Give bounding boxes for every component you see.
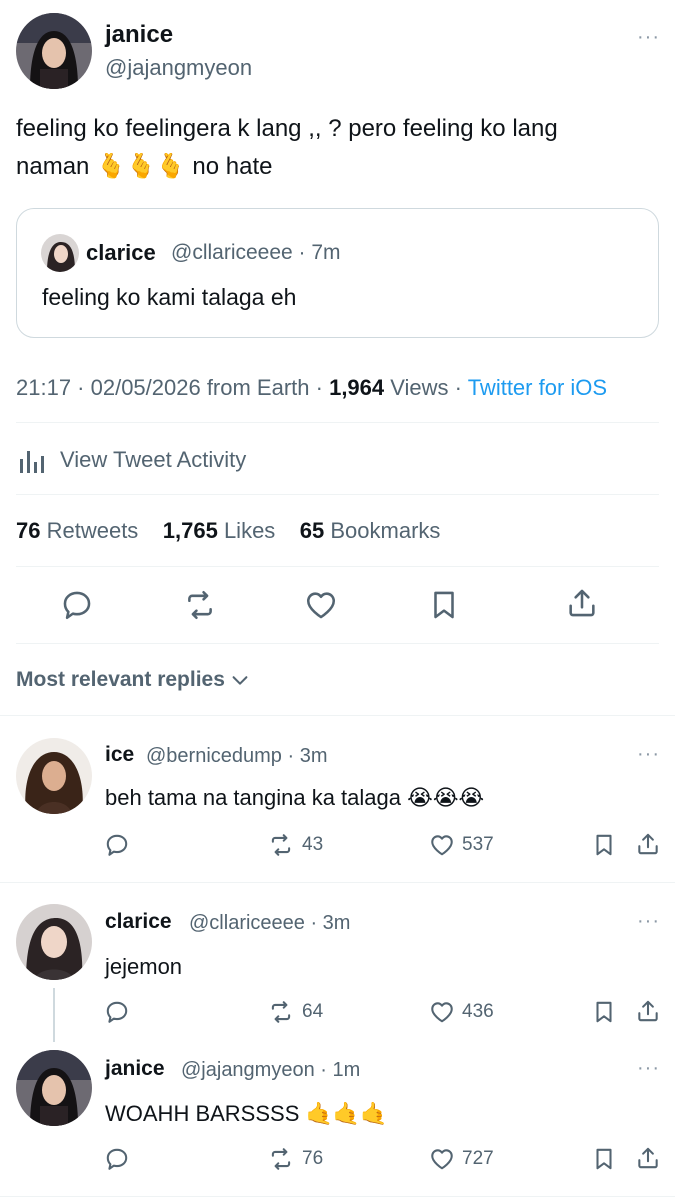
- divider: [16, 643, 659, 644]
- like-icon[interactable]: [429, 999, 455, 1025]
- likes-stat[interactable]: 1,765 Likes: [163, 518, 276, 543]
- reply-avatar[interactable]: [16, 1050, 92, 1126]
- like-count: 436: [462, 1001, 494, 1022]
- retweet-icon[interactable]: [268, 999, 294, 1025]
- like-icon[interactable]: [429, 832, 455, 858]
- like-icon[interactable]: [304, 588, 338, 622]
- divider: [0, 715, 675, 716]
- reply-author-meta: @jajangmyeon · 1m: [181, 1059, 361, 1081]
- divider: [0, 1196, 675, 1197]
- chevron-down-icon: [229, 669, 251, 691]
- reply-text: beh tama na tangina ka talaga 😭😭😭: [105, 785, 484, 811]
- divider: [0, 882, 675, 883]
- retweet-icon[interactable]: [183, 588, 217, 622]
- retweet-icon[interactable]: [268, 1146, 294, 1172]
- tweet-emoji: 🫰🫰🫰: [96, 153, 186, 180]
- reply-text-content: beh tama na tangina ka talaga: [105, 785, 402, 810]
- more-icon[interactable]: ···: [637, 1058, 660, 1078]
- reply-text-content: jejemon: [105, 954, 183, 979]
- client-link[interactable]: Twitter for iOS: [468, 375, 607, 400]
- divider: [16, 422, 659, 423]
- tweet-text-line1: feeling ko feelingera k lang ,, ? pero f…: [16, 115, 558, 142]
- replies-sort-button[interactable]: Most relevant replies: [16, 668, 251, 692]
- bookmark-icon[interactable]: [427, 588, 461, 622]
- reply-author-meta: @bernicedump · 3m: [146, 745, 328, 767]
- reply-text-content: WOAHH BARSSSS: [105, 1101, 300, 1126]
- share-icon[interactable]: [565, 586, 599, 620]
- reply-icon[interactable]: [104, 999, 130, 1025]
- like-count: 727: [462, 1148, 494, 1169]
- retweets-label: Retweets: [40, 518, 139, 543]
- share-icon[interactable]: [635, 831, 661, 857]
- tweet-meta: 21:17 · 02/05/2026 from Earth · 1,964 Vi…: [16, 375, 607, 401]
- reply-avatar[interactable]: [16, 738, 92, 814]
- reply-icon[interactable]: [104, 1146, 130, 1172]
- reply-icon[interactable]: [104, 832, 130, 858]
- quote-author-avatar: [41, 234, 79, 272]
- divider: [16, 494, 659, 495]
- thread-line: [53, 988, 55, 1042]
- reply-author-meta: @cllariceeee · 3m: [189, 912, 351, 934]
- share-icon[interactable]: [635, 998, 661, 1024]
- tweet-timestamp: 21:17 · 02/05/2026 from Earth ·: [16, 375, 330, 400]
- like-count: 537: [462, 834, 494, 855]
- replies-sort-label: Most relevant replies: [16, 668, 225, 691]
- reply-text: WOAHH BARSSSS 🤙🤙🤙: [105, 1101, 388, 1127]
- tweet-text-line2-end: no hate: [192, 153, 273, 180]
- more-icon[interactable]: ···: [637, 27, 660, 47]
- author-handle[interactable]: @jajangmyeon: [105, 55, 252, 81]
- likes-count: 1,765: [162, 518, 218, 543]
- author-avatar[interactable]: [16, 13, 92, 89]
- retweet-count: 76: [302, 1148, 324, 1169]
- reply-emoji: 😭😭😭: [407, 785, 485, 810]
- reply-icon[interactable]: [60, 588, 94, 622]
- views-label: Views ·: [384, 375, 468, 400]
- tweet-text-line2-start: naman: [16, 153, 90, 180]
- reply-author-name[interactable]: janice: [105, 1057, 165, 1081]
- retweets-stat[interactable]: 76 Retweets: [16, 518, 138, 543]
- likes-label: Likes: [217, 518, 276, 543]
- bookmark-icon[interactable]: [591, 832, 617, 858]
- reply-text: jejemon: [105, 954, 182, 980]
- tweet-text: feeling ko feelingera k lang ,, ? pero f…: [16, 110, 656, 186]
- views-count: 1,964: [329, 375, 385, 400]
- author-name[interactable]: janice: [105, 21, 173, 49]
- reply-avatar[interactable]: [16, 904, 92, 980]
- more-icon[interactable]: ···: [637, 911, 660, 931]
- bookmark-icon[interactable]: [591, 999, 617, 1025]
- analytics-icon: [16, 445, 46, 475]
- like-icon[interactable]: [429, 1146, 455, 1172]
- retweet-count: 43: [302, 834, 324, 855]
- share-icon[interactable]: [635, 1145, 661, 1171]
- retweet-icon[interactable]: [268, 832, 294, 858]
- quote-text: feeling ko kami talaga eh: [42, 284, 297, 310]
- reply-author-name[interactable]: clarice: [105, 910, 172, 934]
- quote-author-name: clarice: [86, 240, 156, 265]
- bookmarks-label: Bookmarks: [324, 518, 441, 543]
- bookmarks-count: 65: [299, 518, 325, 543]
- bookmarks-stat[interactable]: 65 Bookmarks: [300, 518, 441, 543]
- reply-emoji: 🤙🤙🤙: [305, 1101, 388, 1126]
- tweet-stats: 76 Retweets 1,765 Likes 65 Bookmarks: [16, 518, 440, 544]
- view-activity-button[interactable]: View Tweet Activity: [16, 444, 246, 476]
- divider: [16, 566, 659, 567]
- bookmark-icon[interactable]: [591, 1146, 617, 1172]
- more-icon[interactable]: ···: [637, 744, 660, 764]
- reply-author-name[interactable]: ice: [105, 743, 134, 767]
- retweet-count: 64: [302, 1001, 324, 1022]
- quoted-tweet[interactable]: [16, 208, 659, 338]
- view-activity-label: View Tweet Activity: [60, 447, 247, 472]
- retweets-count: 76: [16, 518, 41, 543]
- quote-author-meta: @cllariceeee · 7m: [171, 241, 341, 264]
